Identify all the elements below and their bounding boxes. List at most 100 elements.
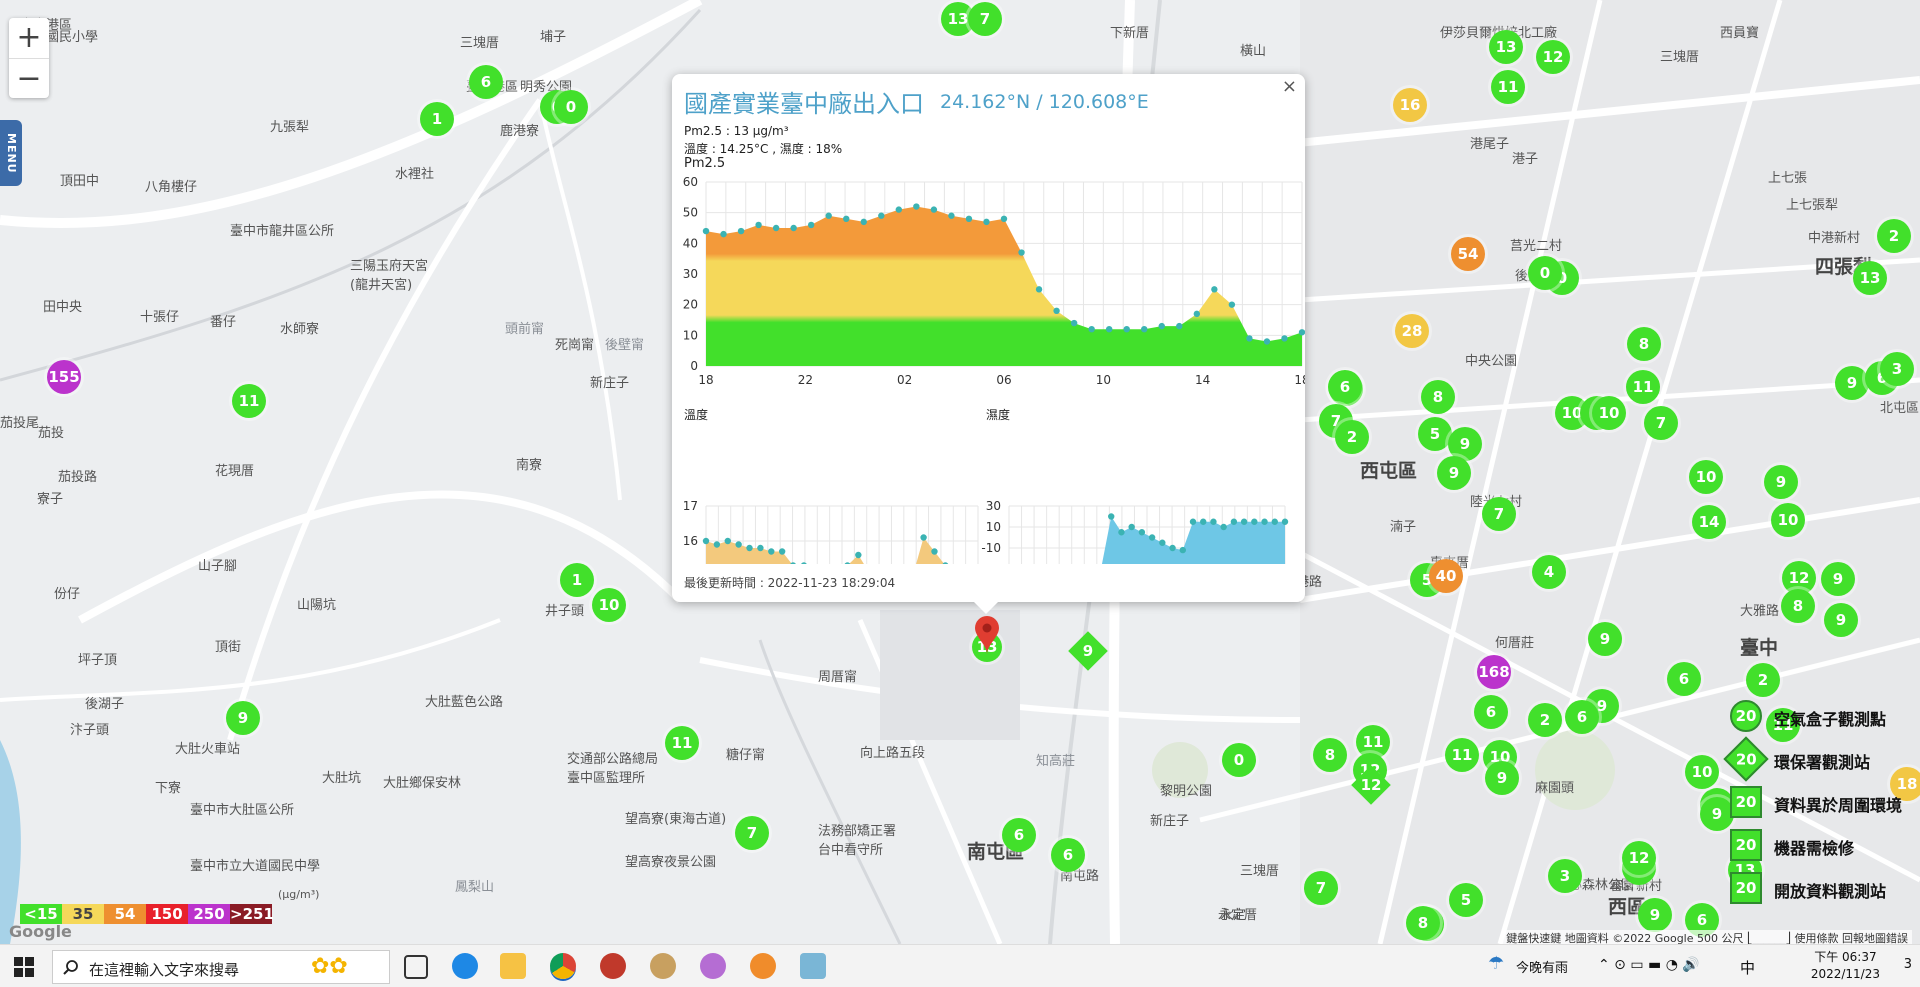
air-station-marker[interactable]: 6: [1328, 370, 1362, 404]
air-station-marker[interactable]: 8: [1313, 738, 1347, 772]
air-station-marker[interactable]: 9: [1821, 562, 1855, 596]
air-station-marker[interactable]: 9: [1824, 603, 1858, 637]
air-station-marker[interactable]: 8: [1421, 380, 1455, 414]
air-station-marker[interactable]: 10: [1771, 503, 1805, 537]
air-station-marker[interactable]: 6: [1565, 700, 1599, 734]
air-station-marker[interactable]: 7: [1644, 406, 1678, 440]
weather-icon[interactable]: ☂: [1488, 953, 1504, 974]
air-station-marker[interactable]: 11: [665, 726, 699, 760]
air-station-marker[interactable]: 2: [1528, 703, 1562, 737]
air-station-marker[interactable]: 2: [1335, 420, 1369, 454]
air-station-marker[interactable]: 8: [1627, 327, 1661, 361]
air-station-marker[interactable]: 5: [1449, 883, 1483, 917]
app-icon-2[interactable]: [650, 953, 676, 979]
taskbar-search-box[interactable]: 在這裡輸入文字來搜尋 ✿✿: [52, 950, 390, 984]
air-station-marker[interactable]: 16: [1393, 88, 1427, 122]
air-station-marker[interactable]: 6: [469, 65, 503, 99]
air-station-marker[interactable]: 6: [1051, 838, 1085, 872]
air-station-marker[interactable]: 6: [1002, 818, 1036, 852]
air-station-marker[interactable]: 7: [1482, 497, 1516, 531]
air-station-marker[interactable]: 12: [1622, 841, 1656, 875]
task-view-icon[interactable]: [404, 955, 428, 979]
map-place-label: 大肚火車站: [175, 742, 241, 757]
y-tick-label: 0: [690, 359, 698, 373]
air-station-marker[interactable]: 10: [592, 588, 626, 622]
air-station-marker[interactable]: 1: [560, 563, 594, 597]
air-station-marker[interactable]: 9: [1588, 622, 1622, 656]
chart-data-point: [825, 212, 832, 219]
air-station-marker[interactable]: 3: [1548, 859, 1582, 893]
y-tick-label: 16: [683, 534, 698, 548]
zoom-in-button[interactable]: +: [9, 18, 49, 58]
app-icon-4[interactable]: [800, 953, 826, 979]
chart-data-point: [930, 206, 938, 213]
air-station-marker[interactable]: 40: [1429, 559, 1463, 593]
tray-chevron-icon[interactable]: ⌃ ⊙ ▭ ▬ ◔ 🔊: [1598, 957, 1700, 973]
air-station-marker[interactable]: 9: [226, 701, 260, 735]
air-station-marker[interactable]: 11: [232, 384, 266, 418]
air-station-marker[interactable]: 2: [1746, 663, 1780, 697]
air-station-marker[interactable]: 10: [1592, 396, 1626, 430]
air-station-marker[interactable]: 9: [1835, 366, 1869, 400]
map-place-label: 井子頭: [545, 604, 585, 619]
epa-station-marker[interactable]: 12: [1351, 765, 1391, 805]
notification-count[interactable]: 3: [1904, 957, 1912, 972]
air-station-marker[interactable]: 13: [1489, 30, 1523, 64]
map-place-label: 交通部公路總局 臺中區監理所: [567, 752, 659, 786]
air-station-marker[interactable]: 10: [1685, 755, 1719, 789]
air-station-marker[interactable]: 0: [1528, 256, 1562, 290]
air-station-marker[interactable]: 13: [1853, 261, 1887, 295]
air-station-marker[interactable]: 28: [1395, 314, 1429, 348]
air-station-marker[interactable]: 9: [1638, 898, 1672, 932]
menu-tab[interactable]: MENU: [0, 120, 22, 186]
air-station-marker[interactable]: 11: [1626, 370, 1660, 404]
air-station-marker[interactable]: 3: [1880, 352, 1914, 386]
epa-station-marker[interactable]: 9: [1068, 631, 1108, 671]
zoom-out-button[interactable]: −: [9, 58, 49, 99]
air-station-marker[interactable]: 4: [1532, 555, 1566, 589]
map-place-label: 望高寮夜景公園: [625, 855, 717, 870]
chart-data-point: [844, 562, 851, 564]
air-station-marker[interactable]: 8: [1781, 589, 1815, 623]
air-station-marker[interactable]: 0: [554, 90, 588, 124]
air-station-marker[interactable]: 9: [1485, 761, 1519, 795]
air-station-marker[interactable]: 7: [1304, 871, 1338, 905]
air-station-marker[interactable]: 155: [47, 360, 81, 394]
air-station-marker[interactable]: 10: [1689, 460, 1723, 494]
air-station-marker[interactable]: 6: [1667, 662, 1701, 696]
air-station-marker[interactable]: 2: [1877, 219, 1911, 253]
map-place-label: 茄投路: [58, 470, 98, 485]
chrome-icon[interactable]: [550, 953, 576, 979]
air-station-marker[interactable]: 9: [1437, 456, 1471, 490]
air-station-marker[interactable]: 7: [735, 816, 769, 850]
air-station-marker[interactable]: 5: [1418, 417, 1452, 451]
air-station-marker[interactable]: 11: [1445, 738, 1479, 772]
weather-text[interactable]: 今晚有雨: [1516, 957, 1568, 976]
air-station-marker[interactable]: 11: [1491, 70, 1525, 104]
air-station-marker[interactable]: 8: [1406, 906, 1440, 940]
taskbar-clock[interactable]: 下午 06:37 2022/11/23: [1811, 949, 1880, 983]
blender-icon[interactable]: [750, 953, 776, 979]
circle-icon: 20: [1730, 700, 1762, 732]
air-station-marker[interactable]: 168: [1477, 655, 1511, 689]
selected-location-pin[interactable]: [972, 615, 1002, 655]
windows-start-icon[interactable]: [14, 957, 34, 977]
ime-indicator[interactable]: 中: [1740, 957, 1755, 978]
close-icon[interactable]: ×: [1282, 76, 1297, 97]
popup-pointer: [972, 600, 1000, 614]
air-station-marker[interactable]: 1: [420, 102, 454, 136]
air-station-marker[interactable]: 6: [1474, 695, 1508, 729]
air-station-marker[interactable]: 14: [1692, 505, 1726, 539]
app-icon-3[interactable]: [700, 953, 726, 979]
google-logo[interactable]: Google: [9, 922, 72, 941]
edge-icon[interactable]: [452, 953, 478, 979]
air-station-marker[interactable]: 7: [968, 2, 1002, 36]
air-station-marker[interactable]: 9: [1764, 465, 1798, 499]
chart-data-point: [860, 218, 867, 226]
app-icon-1[interactable]: [600, 953, 626, 979]
air-station-marker[interactable]: 54: [1451, 237, 1485, 271]
file-explorer-icon[interactable]: [500, 953, 526, 979]
air-station-marker[interactable]: 0: [1222, 743, 1256, 777]
chart-data-point: [1158, 322, 1165, 330]
air-station-marker[interactable]: 12: [1536, 40, 1570, 74]
